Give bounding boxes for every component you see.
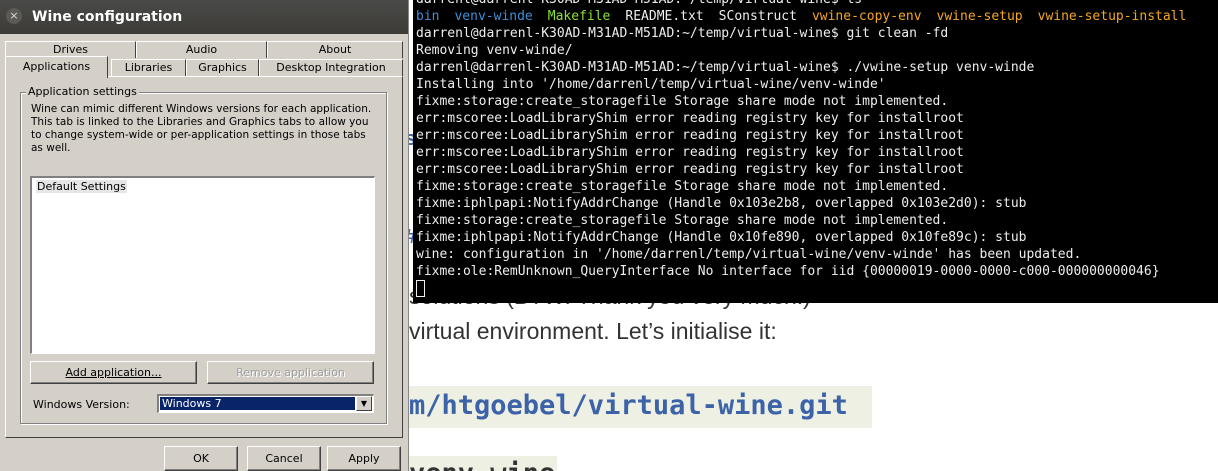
terminal-output-line: wine: configuration in '/home/darrenl/te… bbox=[416, 247, 1082, 262]
background-paragraph: virtual environment. Let’s initialise it… bbox=[409, 318, 777, 344]
terminal-output-line: err:mscoree:LoadLibraryShim error readin… bbox=[416, 111, 964, 126]
terminal-output-line: darrenl@darrenl-K30AD-M31AD-M51AD:~/temp… bbox=[416, 60, 1035, 75]
terminal-output-line: fixme:iphlpapi:NotifyAddrChange (Handle … bbox=[416, 196, 1027, 211]
terminal-output-line: fixme:iphlpapi:NotifyAddrChange (Handle … bbox=[416, 230, 1027, 245]
dialog-title: Wine configuration bbox=[32, 9, 183, 25]
terminal-file-name: README.txt bbox=[625, 9, 704, 24]
terminal-output-line: darrenl@darrenl-K30AD-M31AD-M51AD:~/temp… bbox=[416, 26, 949, 41]
windows-version-select[interactable]: Windows 7 ▼ bbox=[157, 394, 374, 413]
terminal-output-line: fixme:storage:create_storagefile Storage… bbox=[416, 213, 949, 228]
tab-audio[interactable]: Audio bbox=[136, 41, 267, 58]
terminal-output-line: Removing venv-winde/ bbox=[416, 43, 573, 58]
tab-applications[interactable]: Applications bbox=[5, 56, 108, 78]
terminal-file-name: bin bbox=[416, 9, 440, 24]
terminal-cursor-line[interactable] bbox=[413, 280, 1218, 297]
terminal-file-name: venv-winde bbox=[454, 9, 533, 24]
windows-version-label: Windows Version: bbox=[33, 398, 130, 411]
terminal-file-name: vwine-setup bbox=[936, 9, 1023, 24]
terminal-file-name: SConstruct bbox=[718, 9, 797, 24]
tab-desktop-integration[interactable]: Desktop Integration bbox=[259, 59, 403, 76]
ok-button[interactable]: OK bbox=[164, 446, 238, 471]
terminal-ls-output: bin venv-winde Makefile README.txt SConstruc… bbox=[413, 8, 1218, 25]
terminal-file-name: vwine-setup-install bbox=[1037, 9, 1187, 24]
apply-button[interactable]: Apply bbox=[327, 446, 401, 471]
terminal-output-line: err:mscoree:LoadLibraryShim error readin… bbox=[416, 162, 964, 177]
close-button[interactable]: × bbox=[6, 8, 22, 24]
cancel-button[interactable]: Cancel bbox=[247, 446, 321, 471]
terminal-output-line: err:mscoree:LoadLibraryShim error readin… bbox=[416, 145, 964, 160]
terminal-output-line: fixme:ole:RemUnknown_QueryInterface No i… bbox=[416, 264, 1160, 279]
application-list[interactable]: Default Settings bbox=[30, 176, 375, 354]
list-item[interactable]: Default Settings bbox=[36, 180, 127, 193]
background-code-block: m/htgoebel/virtual-wine.git bbox=[405, 386, 872, 428]
group-label: Application settings bbox=[26, 85, 139, 98]
add-application-button[interactable]: Add application... bbox=[30, 361, 197, 384]
terminal-prompt-line: darrenl@darrenl-K30AD-M31AD-M51AD:~/temp… bbox=[413, 0, 1218, 8]
description-text: Wine can mimic different Windows version… bbox=[31, 103, 372, 154]
tab-graphics[interactable]: Graphics bbox=[186, 59, 259, 76]
tab-libraries[interactable]: Libraries bbox=[111, 59, 186, 76]
wine-config-dialog: × Wine configuration Drives Audio About … bbox=[0, 0, 408, 471]
dialog-titlebar[interactable]: × Wine configuration bbox=[0, 0, 408, 34]
add-application-label: Add application... bbox=[65, 366, 162, 379]
terminal-output-line: Installing into '/home/darrenl/temp/virt… bbox=[416, 77, 886, 92]
dialog-button-bar: OK Cancel Apply bbox=[0, 438, 408, 471]
terminal-window[interactable]: darrenl@darrenl-K30AD-M31AD-M51AD:~/temp… bbox=[413, 0, 1218, 303]
remove-application-button[interactable]: Remove application bbox=[207, 361, 374, 384]
windows-version-value: Windows 7 bbox=[159, 396, 356, 411]
background-code-block-partial: venv-wine bbox=[405, 456, 557, 471]
terminal-output-line: err:mscoree:LoadLibraryShim error readin… bbox=[416, 128, 964, 143]
terminal-output-line: fixme:storage:create_storagefile Storage… bbox=[416, 179, 949, 194]
terminal-file-name: vwine-copy-env bbox=[811, 9, 922, 24]
dropdown-arrow-icon[interactable]: ▼ bbox=[356, 396, 372, 411]
terminal-output-line: fixme:storage:create_storagefile Storage… bbox=[416, 94, 949, 109]
terminal-file-name: Makefile bbox=[547, 9, 611, 24]
tab-about[interactable]: About bbox=[267, 41, 403, 58]
terminal-cursor bbox=[416, 280, 425, 297]
